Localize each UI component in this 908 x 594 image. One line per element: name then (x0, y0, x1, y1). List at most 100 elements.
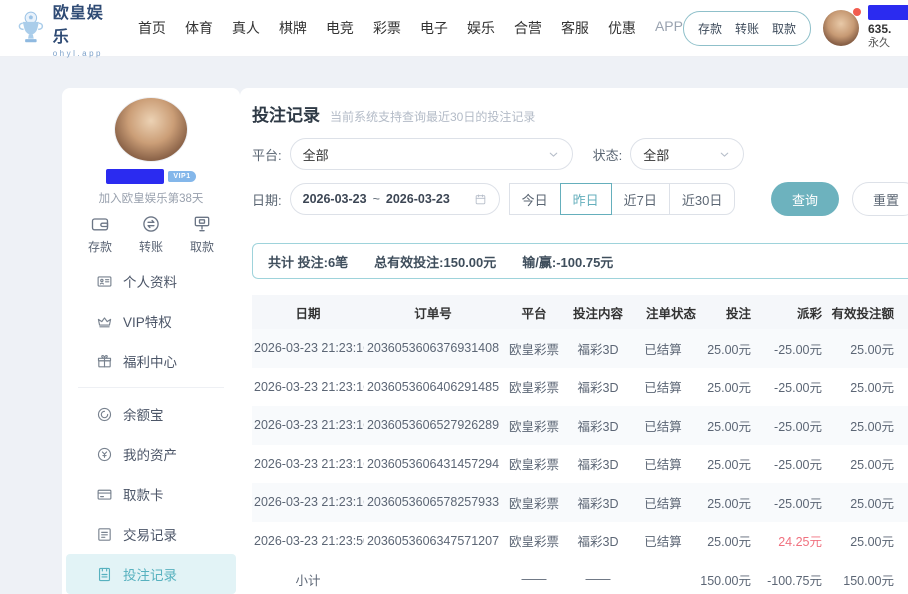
search-button[interactable]: 查询 (771, 182, 839, 216)
table-header-cell: 订单号 (364, 303, 502, 322)
menu-item-label: 我的资产 (123, 444, 177, 464)
sidebar-menu-item[interactable]: VIP特权 (66, 301, 236, 341)
cell-order-number: 2036053606347571207 (364, 534, 502, 548)
wallet-action-button[interactable]: 转账 (735, 20, 759, 37)
sidebar-quick-action[interactable]: 转账 (139, 214, 163, 255)
cell-bet-amount: 25.00元 (696, 416, 751, 435)
avatar[interactable] (823, 10, 859, 46)
table-body: 2026-03-23 21:23:16 2036053606376931408 … (252, 329, 908, 560)
menu-item-label: VIP特权 (123, 311, 172, 331)
brand-subtitle: ohyl.app (53, 49, 116, 58)
sidebar-quick-action[interactable]: 取款 (190, 214, 214, 255)
cell-date: 2026-03-23 21:23:16 (252, 418, 364, 432)
top-navigation-bar: 欧皇娱乐 ohyl.app 首页体育真人棋牌电竞彩票电子娱乐合营客服优惠APP … (0, 0, 908, 57)
date-quick-range-button[interactable]: 近30日 (669, 183, 735, 215)
wallet-action-group: 存款转账取款 (683, 11, 811, 46)
user-avatar-wrap[interactable] (823, 10, 859, 46)
brand-logo[interactable]: 欧皇娱乐 ohyl.app (16, 0, 116, 58)
table-row[interactable]: 2026-03-23 21:23:16 2036053606376931408 … (252, 329, 908, 368)
summary-valid-bets: 总有效投注:150.00元 (374, 252, 496, 271)
table-header-cell: 有效投注额 (822, 303, 894, 322)
cell-bet-content: 福彩3D (566, 377, 630, 396)
profile-sidebar: VIP1 加入欧皇娱乐第38天 存款 转账 取款 (62, 88, 240, 594)
cell-order-number: 2036053606406291485 (364, 380, 502, 394)
sidebar-quick-action[interactable]: 存款 (88, 214, 112, 255)
nav-item[interactable]: 电竞 (326, 18, 354, 38)
date-quick-range-button[interactable]: 今日 (509, 183, 561, 215)
summary-bar: 共计 投注:6笔 总有效投注:150.00元 输/赢:-100.75元 (252, 243, 908, 279)
cell-date: 2026-03-23 21:23:16 (252, 495, 364, 509)
menu-item-icon (96, 313, 113, 330)
cell-platform: 欧皇彩票 (502, 531, 566, 550)
cell-status: 已结算 (630, 493, 696, 512)
sidebar-menu-item[interactable]: 余额宝 (66, 394, 236, 434)
table-row[interactable]: 2026-03-23 21:23:50 2036053606347571207 … (252, 522, 908, 561)
nav-item[interactable]: 首页 (138, 18, 166, 38)
sidebar-menu-item[interactable]: 投注记录 (66, 554, 236, 594)
status-select[interactable]: 全部 (630, 138, 744, 170)
date-range-input[interactable]: 2026-03-23 ~ 2026-03-23 (290, 183, 500, 215)
platform-label: 平台: (252, 145, 282, 164)
subtotal-bet: 150.00元 (696, 570, 751, 589)
nav-item[interactable]: 合营 (514, 18, 542, 38)
menu-item-label: 投注记录 (123, 564, 177, 584)
join-days-text: 加入欧皇娱乐第38天 (99, 190, 204, 206)
menu-item-icon (96, 446, 113, 463)
menu-item-icon (96, 406, 113, 423)
cell-valid-amount: 25.00元 (822, 531, 894, 550)
quick-action-label: 取款 (190, 238, 214, 255)
date-to-value: 2026-03-23 (386, 192, 450, 206)
calendar-icon (474, 193, 487, 206)
date-quick-range-button[interactable]: 近7日 (611, 183, 670, 215)
cell-payout: -25.00元 (751, 493, 822, 512)
reset-button[interactable]: 重置 (852, 182, 908, 216)
sidebar-menu-item[interactable]: 个人资料 (66, 261, 236, 301)
sidebar-menu-item[interactable]: 取款卡 (66, 474, 236, 514)
table-header-cell: 注单状态 (630, 303, 696, 322)
nav-item[interactable]: 客服 (561, 18, 589, 38)
cell-bet-content: 福彩3D (566, 339, 630, 358)
sidebar-menu-item[interactable]: 交易记录 (66, 514, 236, 554)
user-level-tag: 永久 (868, 37, 908, 51)
cell-bet-amount: 25.00元 (696, 377, 751, 396)
nav-item[interactable]: 棋牌 (279, 18, 307, 38)
wallet-action-button[interactable]: 存款 (698, 20, 722, 37)
nav-item[interactable]: 真人 (232, 18, 260, 38)
table-row[interactable]: 2026-03-23 21:23:16 2036053606578257933 … (252, 483, 908, 522)
cell-status: 已结算 (630, 339, 696, 358)
cell-bet-amount: 25.00元 (696, 339, 751, 358)
date-quick-range-button[interactable]: 昨日 (560, 183, 612, 215)
sidebar-menu-primary: 个人资料 VIP特权 福利中心 (62, 261, 240, 381)
avatar[interactable] (115, 98, 187, 161)
filter-buttons: 查询 重置 (771, 182, 908, 216)
sidebar-menu-item[interactable]: 我的资产 (66, 434, 236, 474)
nav-item[interactable]: 娱乐 (467, 18, 495, 38)
nav-item[interactable]: 电子 (420, 18, 448, 38)
cell-status: 已结算 (630, 416, 696, 435)
betting-records-panel: 投注记录 当前系统支持查询最近30日的投注记录 平台: 全部 状态: 全部 日期… (240, 88, 908, 594)
summary-total-bets: 共计 投注:6笔 (268, 252, 348, 271)
menu-item-icon (96, 273, 113, 290)
nav-item[interactable]: 彩票 (373, 18, 401, 38)
table-row[interactable]: 2026-03-23 21:23:16 2036053606406291485 … (252, 368, 908, 407)
table-row[interactable]: 2026-03-23 21:23:16 2036053606431457294 … (252, 445, 908, 484)
quick-action-icon (192, 214, 212, 234)
cell-platform: 欧皇彩票 (502, 377, 566, 396)
menu-item-icon (96, 353, 113, 370)
cell-platform: 欧皇彩票 (502, 454, 566, 473)
nav-item[interactable]: 体育 (185, 18, 213, 38)
cell-date: 2026-03-23 21:23:16 (252, 380, 364, 394)
username-row: VIP1 (106, 169, 195, 184)
table-row[interactable]: 2026-03-23 21:23:16 2036053606527926289 … (252, 406, 908, 445)
cell-bet-content: 福彩3D (566, 493, 630, 512)
cell-payout: -25.00元 (751, 454, 822, 473)
user-balance: 635. (868, 22, 908, 37)
sidebar-menu-item[interactable]: 福利中心 (66, 341, 236, 381)
wallet-action-button[interactable]: 取款 (772, 20, 796, 37)
brand-title: 欧皇娱乐 (53, 0, 116, 47)
nav-item[interactable]: APP (655, 18, 683, 38)
user-info[interactable]: 635. 永久 (868, 5, 908, 51)
nav-item[interactable]: 优惠 (608, 18, 636, 38)
platform-select[interactable]: 全部 (290, 138, 573, 170)
table-header-cell: 投注 (696, 303, 751, 322)
